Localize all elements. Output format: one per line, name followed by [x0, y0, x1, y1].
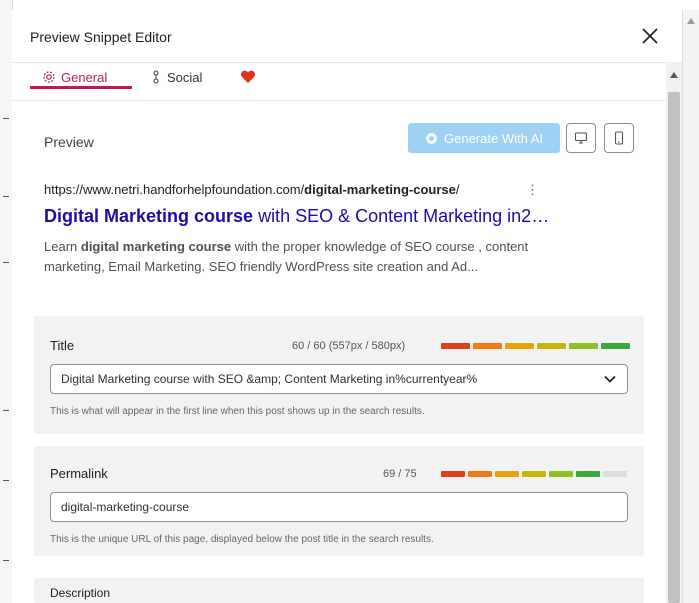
- tab-social-label: Social: [167, 69, 203, 85]
- snippet-desc-line2: marketing, Email Marketing. SEO friendly…: [44, 259, 478, 274]
- ai-sparkle-icon: [426, 132, 437, 144]
- active-tab-indicator: [30, 86, 132, 89]
- snippet-title-keyword: Digital Marketing course: [44, 206, 254, 226]
- permalink-input[interactable]: digital-marketing-course: [50, 492, 628, 522]
- edge-mark: [3, 410, 9, 411]
- scroll-thumb[interactable]: [668, 92, 680, 603]
- mobile-preview-button[interactable]: [604, 123, 634, 153]
- tab-bar: General Social: [12, 62, 666, 101]
- title-input[interactable]: Digital Marketing course with SEO &amp; …: [50, 364, 628, 394]
- mobile-icon: [614, 131, 624, 145]
- meter-segment: [505, 343, 534, 349]
- edge-mark: [3, 262, 9, 263]
- edge-mark: [3, 118, 9, 119]
- tab-social[interactable]: Social: [150, 62, 202, 92]
- generate-with-ai-label: Generate With AI: [444, 130, 543, 146]
- share-icon: [153, 70, 159, 84]
- snippet-url: https://www.netri.handforhelpfoundation.…: [44, 182, 459, 197]
- description-label: Description: [50, 586, 111, 600]
- snippet-url-slug: digital-marketing-course: [304, 182, 456, 197]
- desktop-icon: [574, 132, 588, 144]
- tab-schema[interactable]: [240, 62, 256, 92]
- close-button[interactable]: [636, 22, 664, 50]
- permalink-counter: 69 / 75: [383, 468, 417, 480]
- scroll-up-arrow-icon[interactable]: [670, 72, 678, 78]
- preview-snippet-modal: Preview Snippet Editor General Social Pr…: [12, 10, 699, 603]
- edge-mark: [3, 560, 9, 561]
- permalink-panel: Permalink 69 / 75 digital-marketing-cour…: [34, 446, 644, 556]
- meter-segment: [569, 343, 598, 349]
- meter-segment: [601, 343, 630, 349]
- meter-segment: [441, 471, 465, 477]
- title-label: Title: [50, 338, 75, 353]
- meter-segment: [537, 343, 566, 349]
- modal-title: Preview Snippet Editor: [30, 29, 172, 45]
- snippet-desc-line1-rest: with the proper knowledge of SEO course …: [231, 239, 529, 254]
- snippet-description: Learn digital marketing course with the …: [44, 237, 634, 277]
- close-icon: [642, 28, 658, 44]
- edge-mark: [3, 480, 9, 481]
- snippet-url-end: /: [455, 182, 460, 197]
- snippet-title: Digital Marketing course with SEO & Cont…: [44, 206, 644, 227]
- meter-segment: [549, 471, 573, 477]
- desktop-preview-button[interactable]: [566, 123, 596, 153]
- meter-segment: [468, 471, 492, 477]
- meter-segment: [441, 343, 470, 349]
- modal-scrollbar[interactable]: [666, 62, 682, 603]
- chevron-down-icon[interactable]: [603, 372, 617, 386]
- permalink-label: Permalink: [50, 466, 108, 481]
- snippet-desc-pre: Learn: [44, 239, 81, 254]
- title-counter: 60 / 60 (557px / 580px): [292, 340, 406, 352]
- permalink-help-text: This is the unique URL of this page, dis…: [50, 534, 434, 545]
- meter-segment: [576, 471, 600, 477]
- title-length-meter: [441, 343, 630, 349]
- permalink-length-meter: [441, 471, 627, 477]
- description-panel: Description: [34, 578, 644, 603]
- page-scroll-up-arrow-icon[interactable]: [687, 18, 695, 24]
- snippet-title-rest: with SEO & Content Marketing in2…: [253, 206, 550, 226]
- meter-segment: [473, 343, 502, 349]
- meter-segment: [603, 471, 627, 477]
- meter-segment: [495, 471, 519, 477]
- gear-icon: [43, 71, 55, 83]
- modal-header: Preview Snippet Editor: [12, 10, 682, 63]
- generate-with-ai-button[interactable]: Generate With AI: [408, 123, 560, 153]
- permalink-input-value: digital-marketing-course: [61, 500, 190, 514]
- preview-heading: Preview: [44, 134, 94, 150]
- title-input-value: Digital Marketing course with SEO &amp; …: [61, 372, 478, 386]
- page-scrollbar[interactable]: [682, 10, 699, 603]
- snippet-desc-keyword: digital marketing course: [80, 239, 232, 254]
- tab-general-label: General: [61, 69, 108, 85]
- edge-mark: [3, 196, 9, 197]
- title-panel: Title 60 / 60 (557px / 580px) Digital Ma…: [34, 316, 644, 434]
- title-help-text: This is what will appear in the first li…: [50, 406, 425, 417]
- meter-segment: [522, 471, 546, 477]
- snippet-url-domain: https://www.netri.handforhelpfoundation.…: [44, 182, 305, 197]
- more-options-icon: ⋮: [526, 182, 539, 197]
- heart-icon: [240, 70, 256, 83]
